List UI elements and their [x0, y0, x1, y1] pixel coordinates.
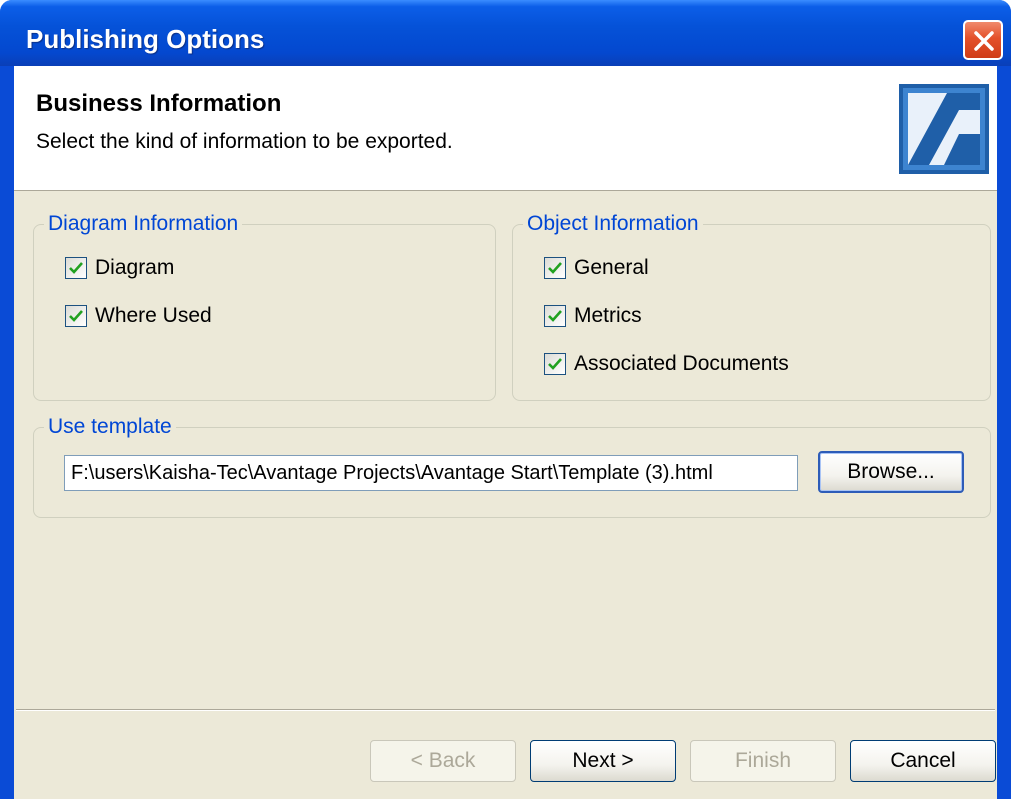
close-button[interactable] — [963, 20, 1003, 60]
window-border-left — [0, 66, 14, 799]
diagram-checkbox[interactable] — [65, 257, 87, 279]
back-button[interactable]: < Back — [370, 740, 516, 782]
page-subtitle: Select the kind of information to be exp… — [36, 130, 453, 153]
window-border-right — [997, 66, 1011, 799]
metrics-checkbox-row[interactable]: Metrics — [544, 304, 642, 328]
diagram-checkbox-row[interactable]: Diagram — [65, 256, 174, 280]
checkmark-icon — [548, 358, 562, 370]
checkmark-icon — [548, 310, 562, 322]
where-used-checkbox-label: Where Used — [95, 304, 212, 327]
associated-documents-checkbox[interactable] — [544, 353, 566, 375]
template-path-input[interactable] — [64, 455, 798, 491]
metrics-checkbox-label: Metrics — [574, 304, 642, 327]
checkmark-icon — [69, 310, 83, 322]
use-template-title: Use template — [44, 415, 176, 439]
next-button[interactable]: Next > — [530, 740, 676, 782]
wizard-header: Business Information Select the kind of … — [14, 66, 997, 191]
footer-separator — [16, 709, 995, 711]
general-checkbox-row[interactable]: General — [544, 256, 649, 280]
metrics-checkbox[interactable] — [544, 305, 566, 327]
checkmark-icon — [69, 262, 83, 274]
dialog-window: Publishing Options Business Information … — [0, 0, 1011, 799]
window-title: Publishing Options — [26, 24, 265, 54]
browse-button[interactable]: Browse... — [818, 451, 964, 493]
associated-documents-checkbox-label: Associated Documents — [574, 352, 789, 375]
object-information-title: Object Information — [523, 212, 703, 236]
title-bar[interactable]: Publishing Options — [0, 0, 1011, 66]
page-title: Business Information — [36, 90, 282, 117]
where-used-checkbox-row[interactable]: Where Used — [65, 304, 212, 328]
close-icon — [974, 31, 994, 51]
associated-documents-checkbox-row[interactable]: Associated Documents — [544, 352, 789, 376]
diagram-checkbox-label: Diagram — [95, 256, 175, 279]
checkmark-icon — [548, 262, 562, 274]
finish-button[interactable]: Finish — [690, 740, 836, 782]
cancel-button[interactable]: Cancel — [850, 740, 996, 782]
general-checkbox[interactable] — [544, 257, 566, 279]
diagram-information-title: Diagram Information — [44, 212, 243, 236]
app-logo-icon — [899, 84, 989, 174]
diagram-information-group: Diagram Information Diagram Where Used — [33, 212, 496, 401]
object-information-group: Object Information General Metrics Assoc… — [512, 212, 991, 401]
dialog-client-area: Business Information Select the kind of … — [14, 66, 997, 799]
general-checkbox-label: General — [574, 256, 649, 279]
where-used-checkbox[interactable] — [65, 305, 87, 327]
